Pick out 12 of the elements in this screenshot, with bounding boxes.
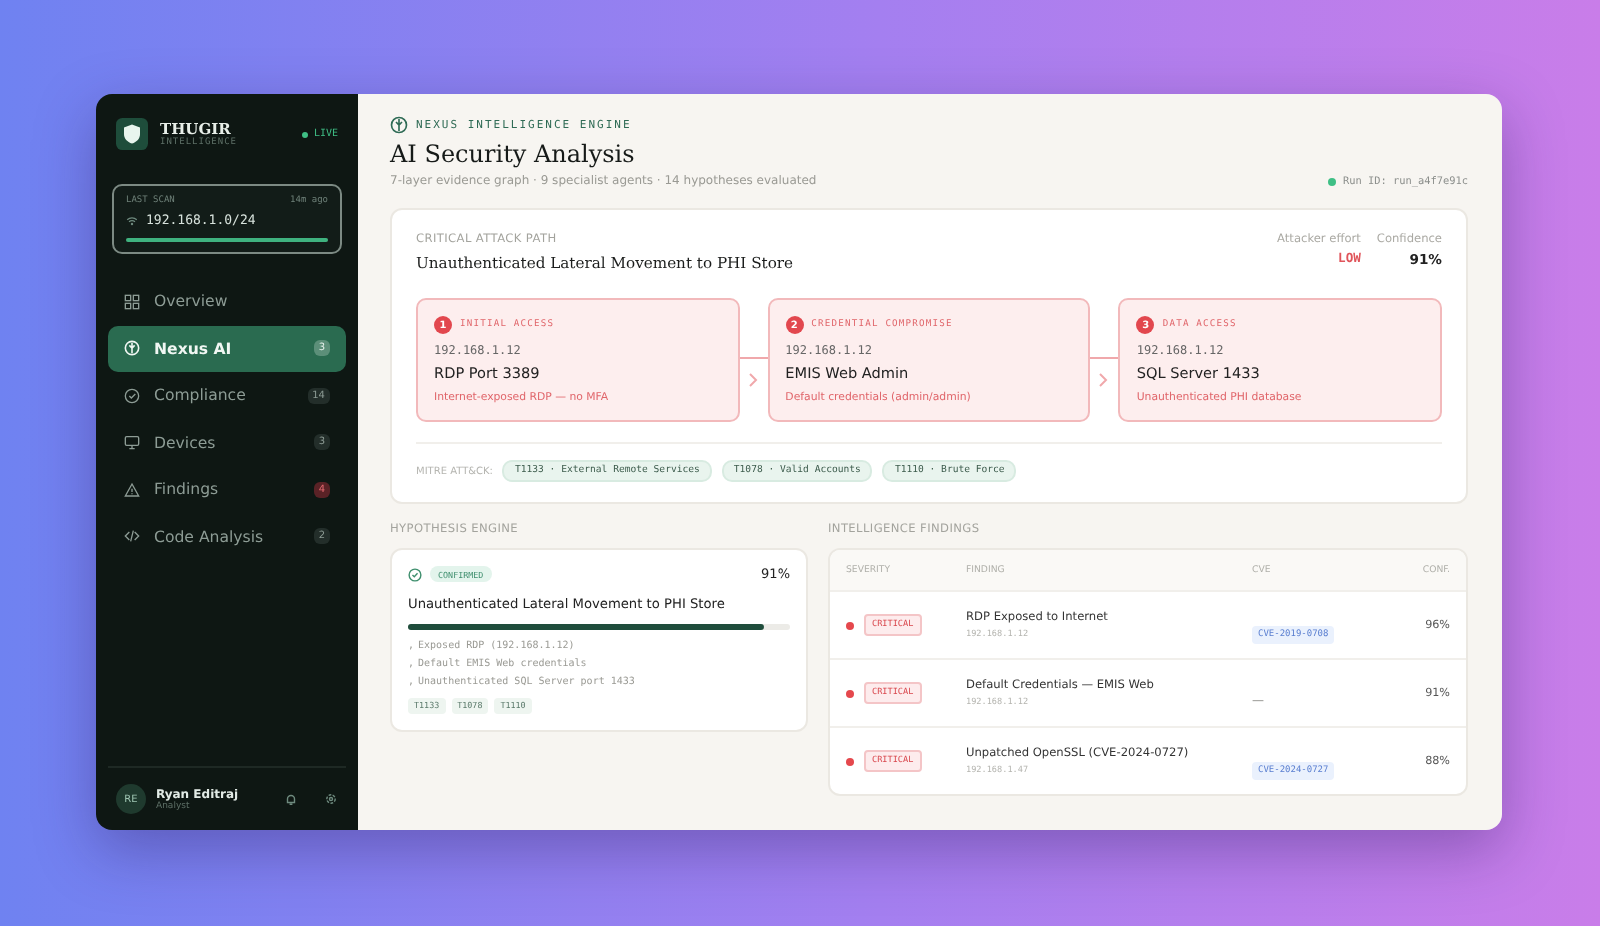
status-dot [1327,177,1336,185]
grid-icon [124,293,140,310]
warning-icon [124,481,140,498]
bell-icon[interactable] [284,792,298,806]
code-icon [124,528,140,545]
shield-logo-icon [116,118,148,150]
settings-icon[interactable] [324,792,338,806]
check-circle-icon [408,567,422,581]
page-title: AI Security Analysis [390,140,637,168]
wifi-icon [126,215,138,225]
monitor-icon [124,434,140,451]
check-circle-icon [124,387,140,404]
